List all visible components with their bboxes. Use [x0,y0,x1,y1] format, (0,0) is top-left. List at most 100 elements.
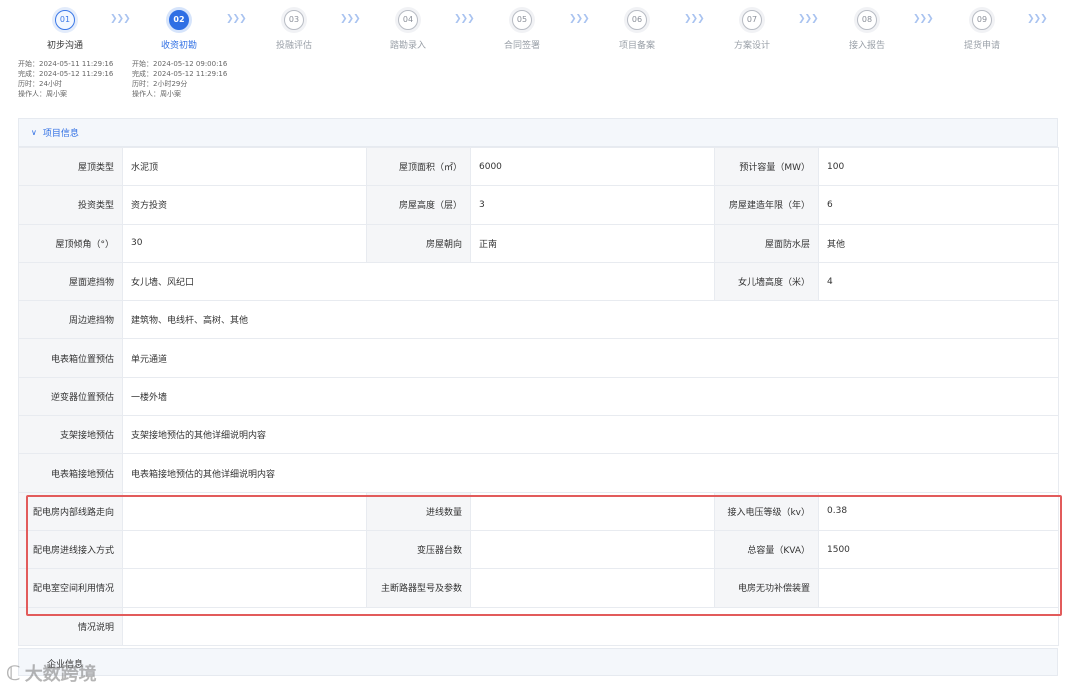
field-value [470,491,715,531]
table-row: 支架接地预估 支架接地预估的其他详细说明内容 [18,415,1059,455]
meta-start: 开始：2024-05-12 09:00:16 [132,60,228,68]
step-02[interactable]: 02 收资初勘 [129,10,229,51]
step-02-meta: 开始：2024-05-12 09:00:16 完成：2024-05-12 11:… [132,59,227,99]
step-arrow-icon: ❯❯❯ [110,14,131,24]
field-label: 房屋高度（层） [366,185,471,225]
table-row: 配电室空间利用情况 主断路器型号及参数 电房无功补偿装置 [18,568,1059,608]
field-label: 电表箱接地预估 [18,453,123,493]
project-info-header[interactable]: ∨ 项目信息 [18,118,1058,147]
field-label: 房屋建造年限（年） [714,185,819,225]
field-value: 女儿墙、风纪口 [122,261,715,302]
step-04[interactable]: 04 踏勘录入 [358,10,458,51]
step-arrow-icon: ❯❯❯ [226,14,247,24]
step-number: 02 [169,10,189,30]
field-label: 屋顶倾角（°） [18,223,123,263]
step-arrow-icon: ❯❯❯ [798,14,819,24]
meta-start: 开始：2024-05-11 11:29:16 [18,60,114,68]
step-label: 收资初勘 [160,41,197,51]
field-value [122,529,367,570]
table-row: 逆变器位置预估 一楼外墙 [18,376,1059,417]
step-arrow-icon: ❯❯❯ [454,14,475,24]
watermark: ℂ 大数跨境 [6,660,97,686]
chevron-down-icon: ∨ [31,128,37,137]
field-value [122,606,1059,646]
enterprise-info-header[interactable]: 企业信息 [18,648,1058,676]
table-row: 投资类型 资方投资 房屋高度（层） 3 房屋建造年限（年） 6 [18,185,1059,225]
step-number: 04 [398,10,418,30]
step-06[interactable]: 06 项目备案 [587,10,687,51]
field-value: 1500 [818,529,1059,570]
field-label: 周边遮挡物 [18,300,123,340]
step-09[interactable]: 09 提货申请 [932,10,1032,51]
field-label: 变压器台数 [366,529,471,570]
step-number: 05 [512,10,532,30]
watermark-logo-icon: ℂ [6,661,21,685]
table-row: 配电房内部线路走向 进线数量 接入电压等级（kv） 0.38 [18,491,1059,531]
table-row: 屋面遮挡物 女儿墙、风纪口 女儿墙高度（米） 4 [18,261,1059,302]
step-08[interactable]: 08 接入报告 [817,10,917,51]
meta-finish: 完成：2024-05-12 11:29:16 [18,70,114,78]
field-value: 30 [122,223,367,263]
step-label: 合同签署 [503,41,540,51]
project-info-table: 屋顶类型 水泥顶 屋顶面积（㎡） 6000 预计容量（MW） 100 投资类型 … [18,146,1059,646]
field-label: 接入电压等级（kv） [714,491,819,531]
meta-duration: 历时：2小时29分 [132,80,188,88]
step-label: 方案设计 [733,41,770,51]
field-value: 正南 [470,223,715,263]
step-label: 初步沟通 [46,41,83,51]
field-label: 女儿墙高度（米） [714,261,819,302]
step-label: 提货申请 [963,41,1000,51]
field-value: 其他 [818,223,1059,263]
step-label: 踏勘录入 [389,41,426,51]
field-label: 支架接地预估 [18,415,123,455]
field-value: 6000 [470,146,715,187]
field-label: 屋顶类型 [18,146,123,187]
meta-finish: 完成：2024-05-12 11:29:16 [132,70,228,78]
step-number: 09 [972,10,992,30]
step-number: 08 [857,10,877,30]
step-number: 07 [742,10,762,30]
meta-duration: 历时：24小时 [18,80,62,88]
field-value: 一楼外墙 [122,376,1059,417]
field-value: 水泥顶 [122,146,367,187]
field-label: 房屋朝向 [366,223,471,263]
table-row: 电表箱接地预估 电表箱接地预估的其他详细说明内容 [18,453,1059,493]
meta-operator: 操作人：周小案 [18,90,67,98]
field-value [122,568,367,608]
field-label: 电表箱位置预估 [18,338,123,378]
field-label: 配电室空间利用情况 [18,568,123,608]
watermark-text: 大数跨境 [24,664,97,685]
step-arrow-icon: ❯❯❯ [569,14,590,24]
field-value: 4 [818,261,1059,302]
field-value: 单元通道 [122,338,1059,378]
field-label: 屋面遮挡物 [18,261,123,302]
step-01[interactable]: 01 初步沟通 [15,10,115,51]
step-05[interactable]: 05 合同签署 [472,10,572,51]
field-value: 资方投资 [122,185,367,225]
step-03[interactable]: 03 投融评估 [244,10,344,51]
table-row: 周边遮挡物 建筑物、电线杆、高树、其他 [18,300,1059,340]
field-label: 投资类型 [18,185,123,225]
step-arrow-icon: ❯❯❯ [684,14,705,24]
field-label: 逆变器位置预估 [18,376,123,417]
section-title: 项目信息 [42,129,79,139]
meta-operator: 操作人：周小案 [132,90,181,98]
field-value [818,568,1059,608]
field-value [470,529,715,570]
step-number: 06 [627,10,647,30]
table-row: 屋顶类型 水泥顶 屋顶面积（㎡） 6000 预计容量（MW） 100 [18,146,1059,187]
field-label: 配电房内部线路走向 [18,491,123,531]
table-row: 电表箱位置预估 单元通道 [18,338,1059,378]
field-label: 进线数量 [366,491,471,531]
step-number: 03 [284,10,304,30]
field-label: 情况说明 [18,606,123,646]
project-info-section: ∨ 项目信息 屋顶类型 水泥顶 屋顶面积（㎡） 6000 预计容量（MW） 10… [18,118,1059,646]
field-label: 电房无功补偿装置 [714,568,819,608]
field-value: 0.38 [818,491,1059,531]
field-label: 预计容量（MW） [714,146,819,187]
field-value [122,491,367,531]
field-label: 主断路器型号及参数 [366,568,471,608]
field-value [470,568,715,608]
step-07[interactable]: 07 方案设计 [702,10,802,51]
step-label: 接入报告 [848,41,885,51]
